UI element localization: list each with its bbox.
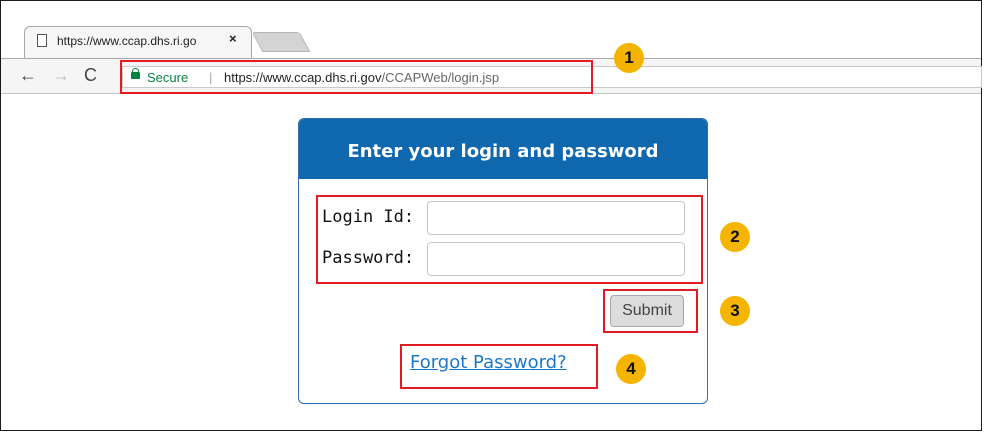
badge-4: 4 [616,354,646,384]
login-panel-header: Enter your login and password [299,119,707,179]
badge-1: 1 [614,43,644,73]
highlight-box-4 [400,344,598,389]
browser-tab[interactable]: https://www.ccap.dhs.ri.go × [24,26,252,58]
login-panel-title: Enter your login and password [347,141,659,162]
badge-3: 3 [720,296,750,326]
back-arrow-icon[interactable]: ← [19,65,37,86]
close-icon[interactable]: × [229,31,237,46]
reload-icon[interactable]: C [84,65,97,86]
page-icon [37,34,47,47]
new-tab-button[interactable] [251,32,311,52]
forward-arrow-icon[interactable]: → [52,65,70,86]
highlight-box-2 [316,195,703,284]
badge-2: 2 [720,222,750,252]
highlight-box-1 [120,60,593,94]
highlight-box-3 [603,289,698,333]
tab-title: https://www.ccap.dhs.ri.go [57,34,197,48]
